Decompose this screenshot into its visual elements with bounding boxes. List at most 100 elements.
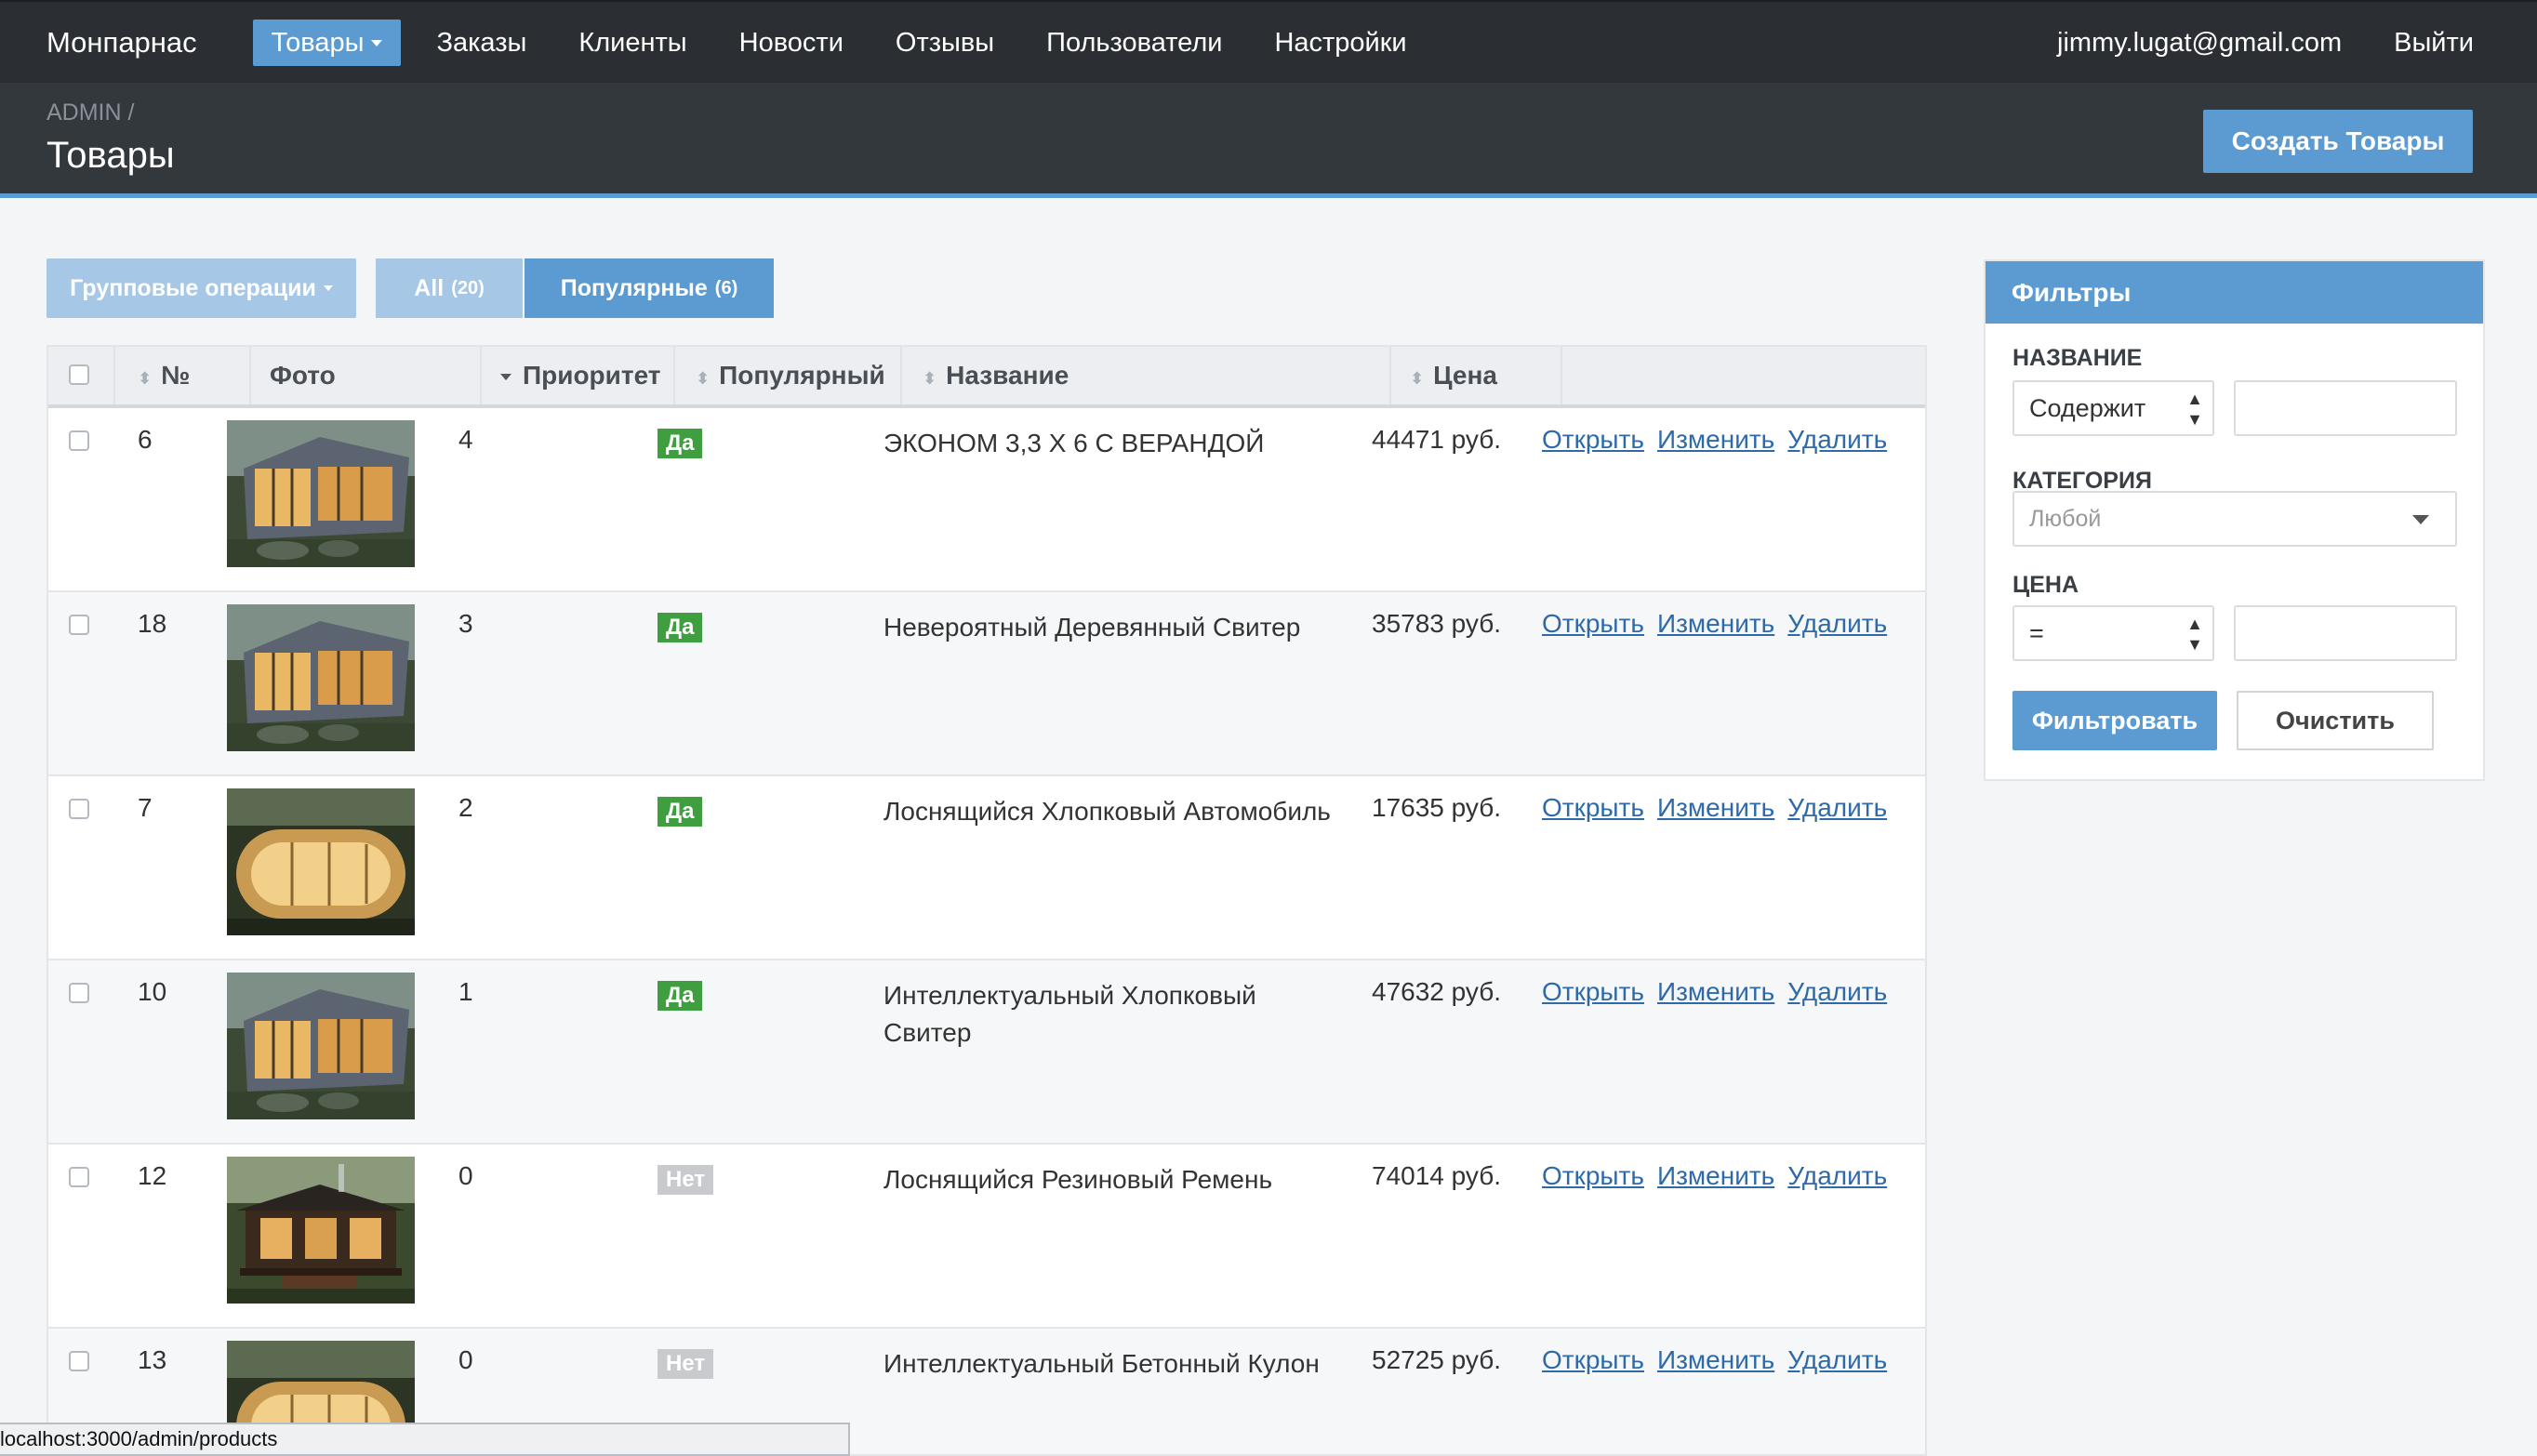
row-checkbox[interactable] <box>69 1167 89 1187</box>
popular-badge: Да <box>657 429 703 458</box>
filter-price-input[interactable] <box>2234 605 2457 661</box>
column-price[interactable]: ⬍ Цена <box>1391 347 1562 404</box>
filter-name-input[interactable] <box>2234 380 2457 436</box>
nav-item-news[interactable]: Новости <box>713 20 870 66</box>
filter-name-label: НАЗВАНИЕ <box>2012 345 2143 371</box>
sort-icon: ⬍ <box>923 369 937 388</box>
column-id[interactable]: ⬍ № <box>115 347 251 404</box>
nav-item-clients[interactable]: Клиенты <box>552 20 712 66</box>
product-photo <box>227 420 415 567</box>
column-name[interactable]: ⬍ Название <box>902 347 1391 404</box>
row-name: Невероятный Деревянный Свитер <box>883 613 1301 642</box>
delete-link[interactable]: Удалить <box>1787 793 1887 823</box>
row-actions: Открыть Изменить Удалить <box>1542 609 1887 639</box>
filter-price-label: ЦЕНА <box>2012 572 2079 598</box>
view-link[interactable]: Открыть <box>1542 977 1644 1007</box>
row-price: 47632 руб. <box>1372 977 1502 1006</box>
sort-icon: ⬍ <box>1410 369 1425 388</box>
row-checkbox[interactable] <box>69 983 89 1003</box>
scope-all-count: (20) <box>451 277 485 298</box>
row-checkbox[interactable] <box>69 1351 89 1371</box>
row-actions: Открыть Изменить Удалить <box>1542 1161 1887 1191</box>
filter-category-select[interactable]: Любой <box>2012 491 2457 547</box>
product-photo <box>227 1157 415 1304</box>
nav-item-settings[interactable]: Настройки <box>1248 20 1432 66</box>
popular-badge: Нет <box>657 1165 714 1195</box>
filter-name-operator-select[interactable]: Содержит ▲ ▼ <box>2012 380 2214 436</box>
edit-link[interactable]: Изменить <box>1657 793 1774 823</box>
logout-link[interactable]: Выйти <box>2368 20 2500 66</box>
row-actions: Открыть Изменить Удалить <box>1542 977 1887 1007</box>
batch-actions-dropdown[interactable]: Групповые операции <box>46 258 356 318</box>
browser-status-url: localhost:3000/admin/products <box>0 1423 850 1456</box>
row-actions: Открыть Изменить Удалить <box>1542 425 1887 455</box>
row-price: 44471 руб. <box>1372 425 1502 454</box>
view-link[interactable]: Открыть <box>1542 425 1644 455</box>
row-priority: 2 <box>458 793 473 822</box>
edit-link[interactable]: Изменить <box>1657 609 1774 639</box>
scope-all-label: All <box>414 274 445 301</box>
row-name: Интеллектуальный Бетонный Кулон <box>883 1349 1320 1378</box>
nav-item-products[interactable]: Товары <box>252 19 402 66</box>
clear-filter-button[interactable]: Очистить <box>2237 691 2434 750</box>
row-priority: 3 <box>458 609 473 638</box>
column-popular[interactable]: ⬍ Популярный <box>675 347 902 404</box>
filter-price-operator-select[interactable]: = ▲ ▼ <box>2012 605 2214 661</box>
table-row: 18 3 Да Невероятный Деревянный Свитер 35783 … <box>48 592 1925 776</box>
filters-panel: Фильтры НАЗВАНИЕ Содержит ▲ ▼ КАТЕГОРИЯ Л… <box>1984 259 2485 781</box>
nav-item-orders[interactable]: Заказы <box>410 20 552 66</box>
edit-link[interactable]: Изменить <box>1657 1345 1774 1375</box>
edit-link[interactable]: Изменить <box>1657 977 1774 1007</box>
scope-popular-label: Популярные <box>560 274 708 301</box>
select-all-checkbox[interactable] <box>69 364 89 385</box>
delete-link[interactable]: Удалить <box>1787 609 1887 639</box>
product-photo <box>227 973 415 1119</box>
row-price: 35783 руб. <box>1372 609 1502 638</box>
nav-item-users[interactable]: Пользователи <box>1020 20 1248 66</box>
chevron-down-icon <box>2412 515 2429 524</box>
table-row: 7 2 Да Лоснящийся Хлопковый Автомобиль 17635… <box>48 776 1925 960</box>
row-checkbox[interactable] <box>69 430 89 451</box>
row-price: 52725 руб. <box>1372 1345 1502 1374</box>
apply-filter-button[interactable]: Фильтровать <box>2012 691 2217 750</box>
row-priority: 1 <box>458 977 473 1006</box>
column-priority[interactable]: Приоритет <box>482 347 675 404</box>
row-priority: 0 <box>458 1345 473 1374</box>
create-product-button[interactable]: Создать Товары <box>2203 110 2473 173</box>
delete-link[interactable]: Удалить <box>1787 977 1887 1007</box>
nav-item-reviews[interactable]: Отзывы <box>870 20 1020 66</box>
select-arrows-icon: ▲ ▼ <box>2186 390 2203 429</box>
product-photo <box>227 788 415 935</box>
breadcrumb[interactable]: ADMIN / <box>46 99 134 126</box>
products-table: ⬍ № Фото Приоритет ⬍ Популярный ⬍ Название … <box>46 345 1927 1456</box>
edit-link[interactable]: Изменить <box>1657 425 1774 455</box>
top-navbar: Монпарнас Товары Заказы Клиенты Новости … <box>0 0 2537 83</box>
edit-link[interactable]: Изменить <box>1657 1161 1774 1191</box>
row-priority: 4 <box>458 425 473 454</box>
user-email-link[interactable]: jimmy.lugat@gmail.com <box>2031 20 2368 66</box>
scope-all-tab[interactable]: All (20) <box>376 258 523 318</box>
page-title: Товары <box>46 135 175 176</box>
popular-badge: Да <box>657 981 703 1011</box>
delete-link[interactable]: Удалить <box>1787 1161 1887 1191</box>
row-id: 10 <box>138 977 167 1006</box>
scope-popular-tab[interactable]: Популярные (6) <box>525 258 774 318</box>
filters-title: Фильтры <box>1986 261 2483 324</box>
scope-popular-count: (6) <box>714 277 738 298</box>
sort-icon: ⬍ <box>138 369 153 388</box>
row-price: 17635 руб. <box>1372 793 1502 822</box>
row-id: 13 <box>138 1345 167 1374</box>
row-checkbox[interactable] <box>69 799 89 819</box>
row-id: 12 <box>138 1161 167 1190</box>
view-link[interactable]: Открыть <box>1542 1345 1644 1375</box>
view-link[interactable]: Открыть <box>1542 793 1644 823</box>
view-link[interactable]: Открыть <box>1542 1161 1644 1191</box>
table-row: 12 0 Нет Лоснящийся Резиновый Ремень 74014 р… <box>48 1145 1925 1329</box>
table-header: ⬍ № Фото Приоритет ⬍ Популярный ⬍ Название … <box>48 347 1925 408</box>
row-checkbox[interactable] <box>69 615 89 635</box>
view-link[interactable]: Открыть <box>1542 609 1644 639</box>
delete-link[interactable]: Удалить <box>1787 1345 1887 1375</box>
row-actions: Открыть Изменить Удалить <box>1542 793 1887 823</box>
brand-logo[interactable]: Монпарнас <box>46 26 197 60</box>
delete-link[interactable]: Удалить <box>1787 425 1887 455</box>
